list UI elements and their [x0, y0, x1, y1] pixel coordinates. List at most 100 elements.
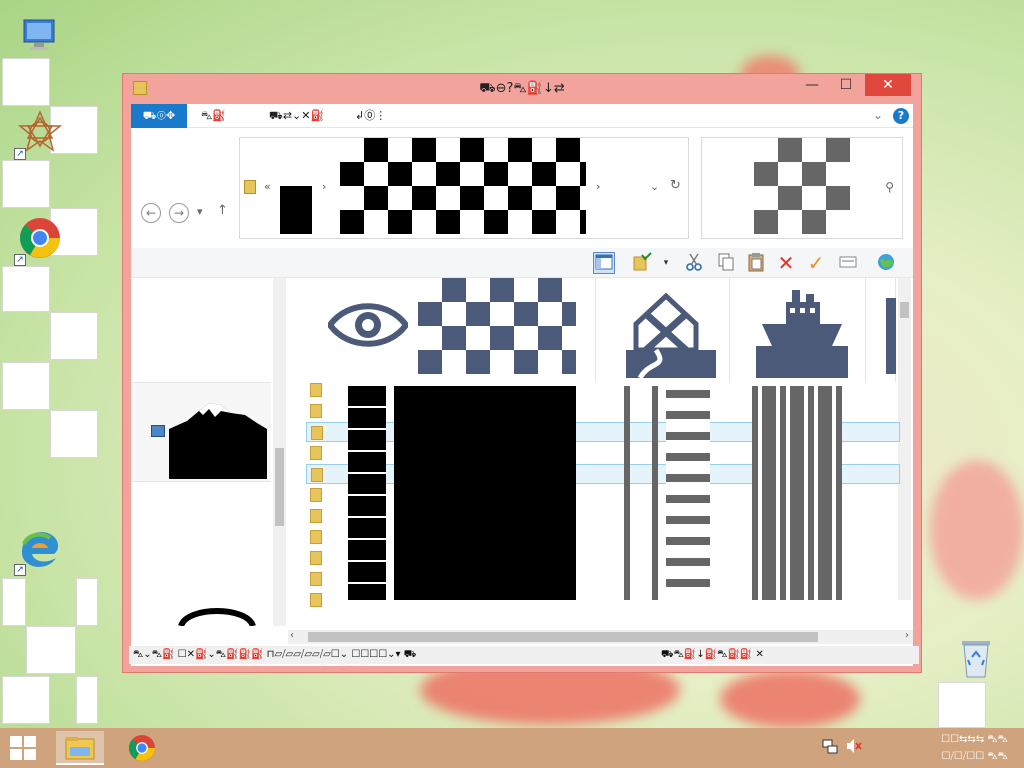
navigation-pane-scrollbar[interactable]: [273, 278, 286, 626]
chrome-icon: [128, 734, 156, 762]
back-button[interactable]: ←: [141, 203, 161, 223]
column-header[interactable]: [730, 278, 866, 382]
address-dropdown-icon[interactable]: ⌄: [650, 180, 659, 193]
network-icon[interactable]: [822, 738, 838, 757]
column-header[interactable]: [866, 278, 896, 382]
desktop-tile: [2, 160, 50, 208]
column-header[interactable]: [288, 278, 596, 382]
ribbon-collapse-icon[interactable]: ⌄: [873, 108, 883, 122]
navigation-pane-selected-item[interactable]: [131, 382, 271, 482]
desktop-tile: [76, 676, 98, 724]
paste-icon[interactable]: [745, 252, 767, 274]
refresh-button[interactable]: ↻: [670, 178, 681, 193]
column-header[interactable]: [596, 278, 730, 382]
desktop-tile: [26, 626, 76, 674]
tab-share[interactable]: ⛟⇄⌄✕⛽: [261, 104, 332, 128]
folder-icon: [244, 180, 256, 194]
rename-icon[interactable]: ✓: [805, 252, 827, 274]
help-button[interactable]: ?: [893, 108, 909, 124]
house-tools-icon: [626, 292, 716, 378]
desktop-tile: [2, 58, 50, 106]
dropdown-icon[interactable]: ▾: [655, 252, 677, 274]
properties-icon[interactable]: [631, 252, 653, 274]
tab-view[interactable]: ↲⓪⋮: [347, 104, 394, 128]
cut-icon[interactable]: [683, 252, 705, 274]
folder-icon: [310, 446, 322, 460]
column-header-image: [886, 298, 896, 374]
volume-muted-icon[interactable]: [846, 738, 862, 757]
minimize-button[interactable]: —: [795, 74, 829, 96]
scroll-right-button[interactable]: ›: [905, 630, 909, 641]
file-explorer-icon: [65, 737, 95, 760]
wallpaper-petal: [720, 670, 860, 728]
recent-locations-button[interactable]: ▾: [197, 205, 203, 218]
address-bar[interactable]: « › › ⌄ ↻: [239, 137, 689, 239]
taskbar: ☐☐⇆⇆⇆ ⛍⛍ ☐⧸☐⧸☐☐ ⛍⛍: [0, 728, 1024, 768]
taskbar-chrome[interactable]: [118, 731, 166, 765]
scrollbar-thumb[interactable]: [308, 632, 818, 642]
breadcrumb-segment-1[interactable]: [280, 186, 312, 234]
scrollbar-thumb[interactable]: [275, 448, 284, 526]
desktop-tile: [76, 578, 98, 626]
shortcut-arrow-icon: ↗: [14, 564, 26, 576]
window-status-bar: ⛍⌄⛍⛽ ☐✕⛽⌄⛍⛽⛽⛽ ⊓▱⧸▱▱⧸▱▱⧸▱☐⌄ ☐☐☐☐⌄▾ ⛟ ⛟⛍⛽↓…: [129, 646, 919, 664]
maximize-button[interactable]: ☐: [829, 74, 863, 96]
folder-icon: [310, 593, 322, 607]
preview-pane-button[interactable]: [593, 252, 615, 274]
clock-date: ☐⧸☐⧸☐☐ ⛍⛍: [941, 751, 1008, 762]
scroll-left-button[interactable]: ‹: [290, 630, 294, 641]
row-content-image: [652, 386, 658, 600]
desktop-tile: [2, 578, 26, 626]
scrollbar-thumb[interactable]: [900, 302, 909, 318]
window-titlebar[interactable]: ⛟⊖?⛍⛽↓⇄ — ☐ ✕: [123, 74, 921, 104]
this-pc-icon[interactable]: [12, 6, 68, 62]
tab-file[interactable]: ⛟⓪✥⛽: [131, 104, 187, 146]
new-item-icon[interactable]: [837, 252, 859, 274]
up-button[interactable]: ↑: [217, 203, 228, 218]
clock-time: ☐☐⇆⇆⇆ ⛍⛍: [941, 734, 1008, 745]
taskbar-file-explorer[interactable]: [56, 731, 104, 765]
close-button[interactable]: ✕: [865, 74, 911, 96]
folder-icon: [310, 572, 322, 586]
navigation-bar: ← → ▾ ↑ « › › ⌄ ↻ ⚲: [131, 128, 913, 248]
row-content-image: [624, 386, 630, 600]
wallpaper-petal: [930, 460, 1024, 600]
file-list[interactable]: [288, 278, 913, 626]
forward-button[interactable]: →: [169, 203, 189, 223]
app-shortcut-icon[interactable]: ↗: [12, 104, 68, 160]
shortcut-arrow-icon: ↗: [14, 148, 26, 160]
folder-icon: [310, 551, 322, 565]
breadcrumb-separator[interactable]: ›: [322, 180, 326, 193]
file-list-horizontal-scrollbar[interactable]: ‹ ›: [288, 630, 913, 644]
folder-icon: [310, 530, 322, 544]
search-box[interactable]: ⚲: [701, 137, 903, 239]
breadcrumb-prefix[interactable]: «: [264, 180, 271, 193]
file-explorer-window[interactable]: ⛟⊖?⛍⛽↓⇄ — ☐ ✕ ⛟⓪✥⛽ ⛍⛽ ⛟⇄⌄✕⛽ ↲⓪⋮ ⌄ ? ← → …: [122, 73, 922, 673]
folder-icon: [311, 468, 323, 482]
desktop-tile: [2, 362, 50, 410]
chrome-shortcut-icon[interactable]: ↗: [12, 210, 68, 266]
folder-icon: [310, 488, 322, 502]
clock[interactable]: ☐☐⇆⇆⇆ ⛍⛍ ☐⧸☐⧸☐☐ ⛍⛍: [941, 731, 1008, 765]
shortcut-arrow-icon: ↗: [14, 254, 26, 266]
delete-icon[interactable]: ✕: [775, 252, 797, 274]
tab-home[interactable]: ⛍⛽: [193, 104, 234, 128]
recycle-bin-icon[interactable]: [948, 628, 1004, 684]
globe-icon[interactable]: [875, 252, 897, 274]
breadcrumb-separator[interactable]: ›: [596, 180, 600, 193]
column-header-image: [418, 278, 576, 374]
row-content-image: [394, 386, 576, 600]
breadcrumb-segment-2[interactable]: [340, 138, 586, 234]
desktop-tile: [2, 676, 50, 724]
row-content-image: [348, 386, 386, 600]
mountain-image: [169, 403, 267, 479]
desktop-tile: [938, 682, 986, 728]
edge-shortcut-icon[interactable]: ↗: [12, 520, 68, 576]
desktop-tile: [2, 266, 50, 312]
navigation-pane[interactable]: [131, 278, 286, 626]
copy-icon[interactable]: [715, 252, 737, 274]
search-icon[interactable]: ⚲: [885, 180, 894, 194]
folder-icon: [310, 383, 322, 397]
ribbon-tabs: ⛟⓪✥⛽ ⛍⛽ ⛟⇄⌄✕⛽ ↲⓪⋮ ⌄ ?: [131, 104, 913, 146]
start-button[interactable]: [10, 736, 36, 760]
